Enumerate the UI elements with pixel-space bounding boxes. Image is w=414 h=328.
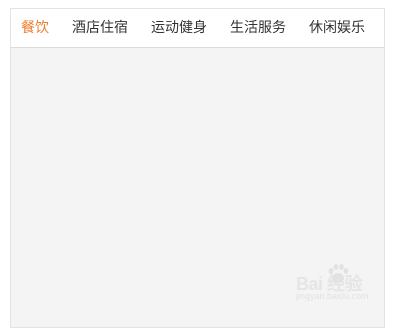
tab-sports-fitness[interactable]: 运动健身 xyxy=(151,9,207,48)
tab-hotel[interactable]: 酒店住宿 xyxy=(72,9,128,48)
category-tab-bar: 餐饮 酒店住宿 运动健身 生活服务 休闲娱乐 xyxy=(11,9,384,48)
tab-life-services[interactable]: 生活服务 xyxy=(230,9,286,48)
watermark-url: jingyan.baidu.com xyxy=(296,291,369,301)
tab-leisure-entertainment[interactable]: 休闲娱乐 xyxy=(309,9,365,48)
baidu-paw-icon xyxy=(328,264,349,283)
baidu-jingyan-watermark: Bai 经验 jingyan.baidu.com xyxy=(296,262,388,306)
tab-dining[interactable]: 餐饮 xyxy=(21,9,49,48)
